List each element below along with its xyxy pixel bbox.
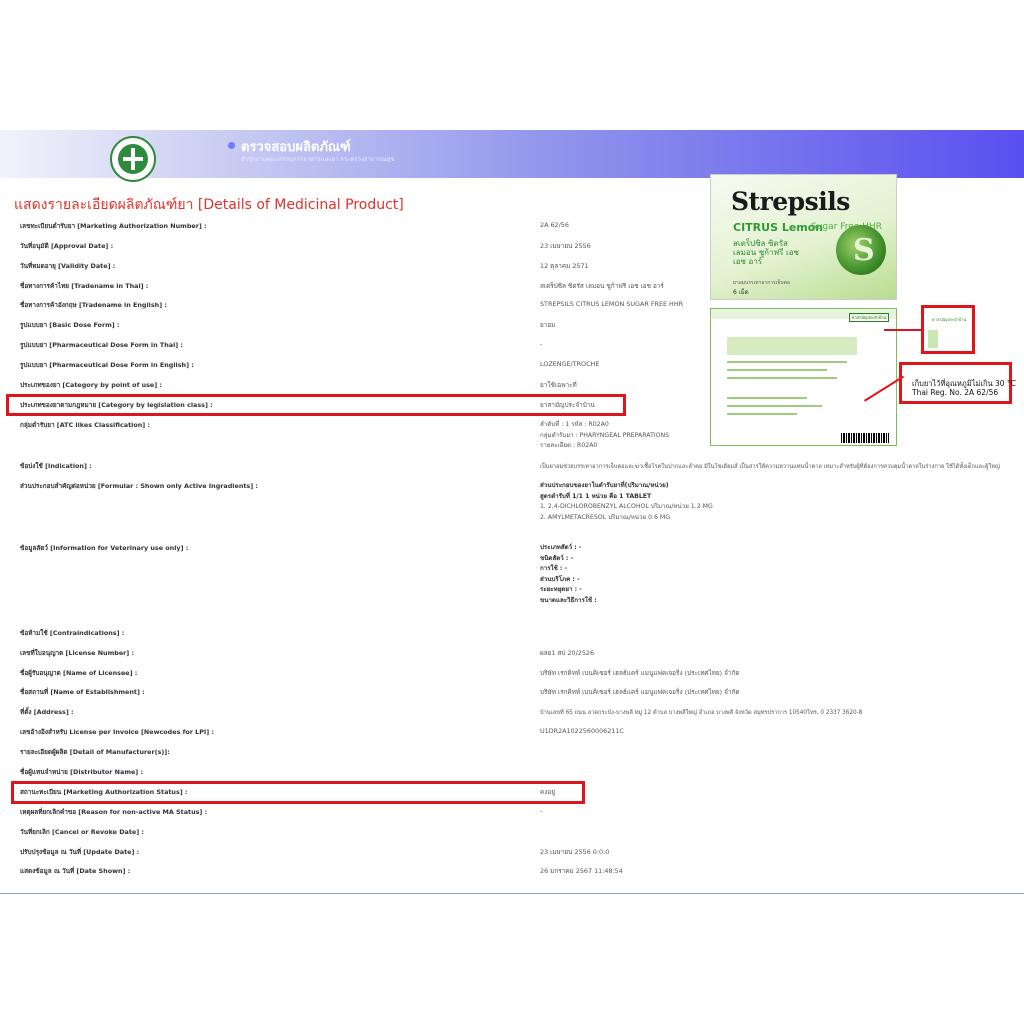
field-value: 23 เมษายน 2556: [540, 242, 591, 250]
field-label: ชื่อผู้รับอนุญาต [Name of Licensee] :: [20, 669, 138, 677]
field-label: ปรับปรุงข้อมูล ณ วันที่ [Update Date] :: [20, 848, 140, 856]
footer-divider: [0, 893, 1024, 894]
veterinary-block: ประเภทสัตว์ : - ชนิดสัตว์ : - การใช้ : -…: [540, 543, 597, 606]
field-value: -: [540, 340, 543, 348]
ingredient-2: 2. AMYLMETACRESOL ปริมาณ/หน่วย 0.6 MG: [540, 513, 671, 521]
back-category-tag: ยาสามัญประจำบ้าน: [849, 313, 890, 322]
field-label: ชื่อทางการค้าอังกฤษ [Tradename in Englis…: [20, 301, 167, 309]
thai-reg-number: Thai Reg. No. 2A 62/56: [912, 388, 999, 397]
field-value: LOZENGE/TROCHE: [540, 360, 600, 368]
field-label: เลขทะเบียนตำรับยา [Marketing Authorizati…: [20, 222, 207, 230]
field-label: ชื่อสถานที่ [Name of Establishment] :: [20, 688, 145, 696]
bullet-icon: [228, 142, 235, 149]
field-label: ข้อบ่งใช้ [Indication] :: [20, 462, 92, 470]
product-pack-back-image: ยาสามัญประจำบ้าน: [710, 308, 897, 446]
field-row-address: ที่ตั้ง [Address] : บ้านเลขที่ 65 ถนน ลาด…: [20, 707, 920, 719]
field-row-distributor: ชื่อผู้แทนจำหน่าย [Distributor Name] :: [20, 767, 920, 779]
field-row-formula: ส่วนประกอบสำคัญต่อหน่วย [Formular : Show…: [20, 481, 920, 493]
field-label: รายละเอียดผู้ผลิต [Detail of Manufacture…: [20, 748, 170, 756]
ingredient-1: 1. 2,4-DICHLOROBENZYL ALCOHOL ปริมาณ/หน่…: [540, 503, 713, 510]
field-row-veterinary: ข้อมูลสัตว์ [Information for Veterinary …: [20, 543, 920, 555]
field-row-date-shown: แสดงข้อมูล ณ วันที่ [Date Shown] : 26 มกร…: [20, 866, 920, 878]
highlight-legislation-class: [6, 394, 626, 416]
thai-brand-name: สเตร็ปซิล ซิตรัส เลมอน ชูก้าฟรี เอช เอช …: [733, 239, 799, 266]
field-row-establishment: ชื่อสถานที่ [Name of Establishment] : บริ…: [20, 687, 920, 699]
field-value: บริษัท เรกคิทท์ เบนคิเซอร์ เฮลธ์แคร์ แมน…: [540, 688, 740, 696]
field-value: 2A 62/56: [540, 221, 569, 229]
vet-dosage: ขนาดและวิธีการใช้ :: [540, 596, 597, 604]
field-value: -: [540, 807, 543, 815]
zoom-callout-reg-number: เก็บยาไว้ที่อุณหภูมิไม่เกิน 30 °C Thai R…: [899, 362, 1016, 404]
field-value: STREPSILS CITRUS LEMON SUGAR FREE HHR: [540, 300, 684, 308]
field-label: ประเภทของยา [Category by point of use] :: [20, 381, 162, 389]
field-label: รูปแบบยา [Basic Dose Form] :: [20, 321, 120, 329]
field-label: รูปแบบยา [Pharmaceutical Dose Form in Th…: [20, 341, 183, 349]
vet-animal-type: ประเภทสัตว์ : -: [540, 544, 582, 551]
back-info-panel: [727, 337, 857, 355]
field-row-manufacturer: รายละเอียดผู้ผลิต [Detail of Manufacture…: [20, 747, 920, 759]
lozenge-swirl-icon: S: [836, 225, 886, 275]
field-value: บ้านเลขที่ 65 ถนน ลาดกระบัง-บางพลี หมู่ …: [540, 710, 863, 716]
field-value: 23 เมษายน 2556 0:0:0: [540, 848, 610, 856]
formula-heading: ส่วนประกอบของยาในตำรับยาที่(ปริมาณ/หน่วย…: [540, 482, 669, 489]
field-row-cancel-date: วันที่ยกเลิก [Cancel or Revoke Date] :: [20, 827, 920, 839]
field-row-license-number: เลขที่ใบอนุญาต [License Number] : ผลย1 สป…: [20, 648, 920, 660]
fda-logo[interactable]: [110, 136, 156, 182]
vet-animal-species: ชนิดสัตว์ : -: [540, 554, 574, 562]
formula-spec: สูตรตำรับที่ 1/1 1 หน่วย คือ 1 TABLET: [540, 492, 652, 500]
field-value: สเตร็ปซิล ซิตรัส เลมอน ชูก้าฟรี เอช เอช …: [540, 282, 664, 290]
field-label: ชื่อทางการค้าไทย [Tradename in Thai] :: [20, 282, 149, 290]
field-row-licensee: ชื่อผู้รับอนุญาต [Name of Licensee] : บริ…: [20, 668, 920, 680]
flavor-name: CITRUS Lemon: [733, 221, 824, 234]
field-value: U1DR2A1022560006211C: [540, 727, 624, 735]
field-value: 12 ตุลาคม 2571: [540, 262, 589, 270]
vet-consumption: ส่วนบริโภค : -: [540, 575, 580, 583]
field-row-contraindications: ข้อห้ามใช้ [Contraindications] :: [20, 628, 920, 640]
field-label: ส่วนประกอบสำคัญต่อหน่วย [Formular : Show…: [20, 482, 258, 490]
field-label: ที่ตั้ง [Address] :: [20, 708, 74, 716]
barcode-icon: [841, 433, 889, 443]
zoom-callout-category: ยาสามัญประจำบ้าน: [921, 305, 975, 354]
field-row-non-active-reason: เหตุผลที่ยกเลิกคำขอ [Reason for non-acti…: [20, 807, 920, 819]
field-value: เป็นยาอมช่วยบรรเทาอาการเจ็บคอและฆ่าเชื้อ…: [540, 464, 1000, 470]
header-subtitle: สำนักงานคณะกรรมการอาหารและยา กระทรวงสาธา…: [241, 156, 395, 163]
field-value: ยาใช้เฉพาะที่: [540, 381, 577, 389]
atc-detail: รายละเอียด : R02A0: [540, 442, 598, 449]
zoom-category-text: ยาสามัญประจำบ้าน: [932, 317, 967, 322]
front-count: 6 เม็ด: [733, 289, 749, 296]
field-value: 26 มกราคม 2567 11:48:54: [540, 867, 623, 875]
field-label: ชื่อผู้แทนจำหน่าย [Distributor Name] :: [20, 768, 144, 776]
field-row-lpi-code: เลขอ้างอิงสำหรับ License per Invoice [Ne…: [20, 727, 920, 739]
field-row-indication: ข้อบ่งใช้ [Indication] : เป็นยาอมช่วยบรรเ…: [20, 461, 1000, 473]
vet-withdrawal: ระยะหยุดยา : -: [540, 586, 582, 593]
field-label: กลุ่มตำรับยา [ATC likes Classification] …: [20, 421, 150, 429]
highlight-ma-status: [11, 781, 585, 804]
atc-group: กลุ่มตำรับยา : PHARYNGEAL PREPARATIONS: [540, 431, 670, 439]
field-label: วันที่ยกเลิก [Cancel or Revoke Date] :: [20, 828, 144, 836]
product-pack-front-image: Strepsils CITRUS Lemon Sugar Free HHR สเ…: [710, 174, 897, 300]
field-label: รูปแบบยา [Pharmaceutical Dose Form in En…: [20, 361, 194, 369]
page-title: แสดงรายละเอียดผลิตภัณฑ์ยา [Details of Me…: [14, 197, 404, 213]
brand-name: Strepsils: [731, 187, 850, 216]
field-value: บริษัท เรกคิทท์ เบนคิเซอร์ เฮลธ์แคร์ แมน…: [540, 669, 740, 677]
field-label: แสดงข้อมูล ณ วันที่ [Date Shown] :: [20, 867, 131, 875]
field-label: เลขอ้างอิงสำหรับ License per Invoice [Ne…: [20, 728, 214, 736]
field-value: ยาอม: [540, 321, 556, 329]
field-label: ข้อห้ามใช้ [Contraindications] :: [20, 629, 125, 637]
callout-leader-line: [884, 329, 922, 331]
formula-block: ส่วนประกอบของยาในตำรับยาที่(ปริมาณ/หน่วย…: [540, 481, 713, 523]
field-row-update-date: ปรับปรุงข้อมูล ณ วันที่ [Update Date] : 2…: [20, 847, 920, 859]
field-label: วันที่หมดอายุ [Validity Date] :: [20, 262, 116, 270]
field-value: ผลย1 สป 20/2526: [540, 649, 595, 657]
field-label: เหตุผลที่ยกเลิกคำขอ [Reason for non-acti…: [20, 808, 208, 816]
front-note: ยาอมบรรเทาอาการเจ็บคอ: [733, 280, 790, 286]
vet-usage: การใช้ : -: [540, 565, 568, 572]
field-label: เลขที่ใบอนุญาต [License Number] :: [20, 649, 135, 657]
field-label: วันที่อนุมัติ [Approval Date] :: [20, 242, 114, 250]
atc-block: ลำดับที่ : 1 รหัส : R02A0 กลุ่มตำรับยา :…: [540, 420, 669, 452]
atc-level: ลำดับที่ : 1 รหัส : R02A0: [540, 421, 609, 428]
field-label: ข้อมูลสัตว์ [Information for Veterinary …: [20, 544, 189, 552]
logo-emblem-icon: [118, 144, 148, 174]
